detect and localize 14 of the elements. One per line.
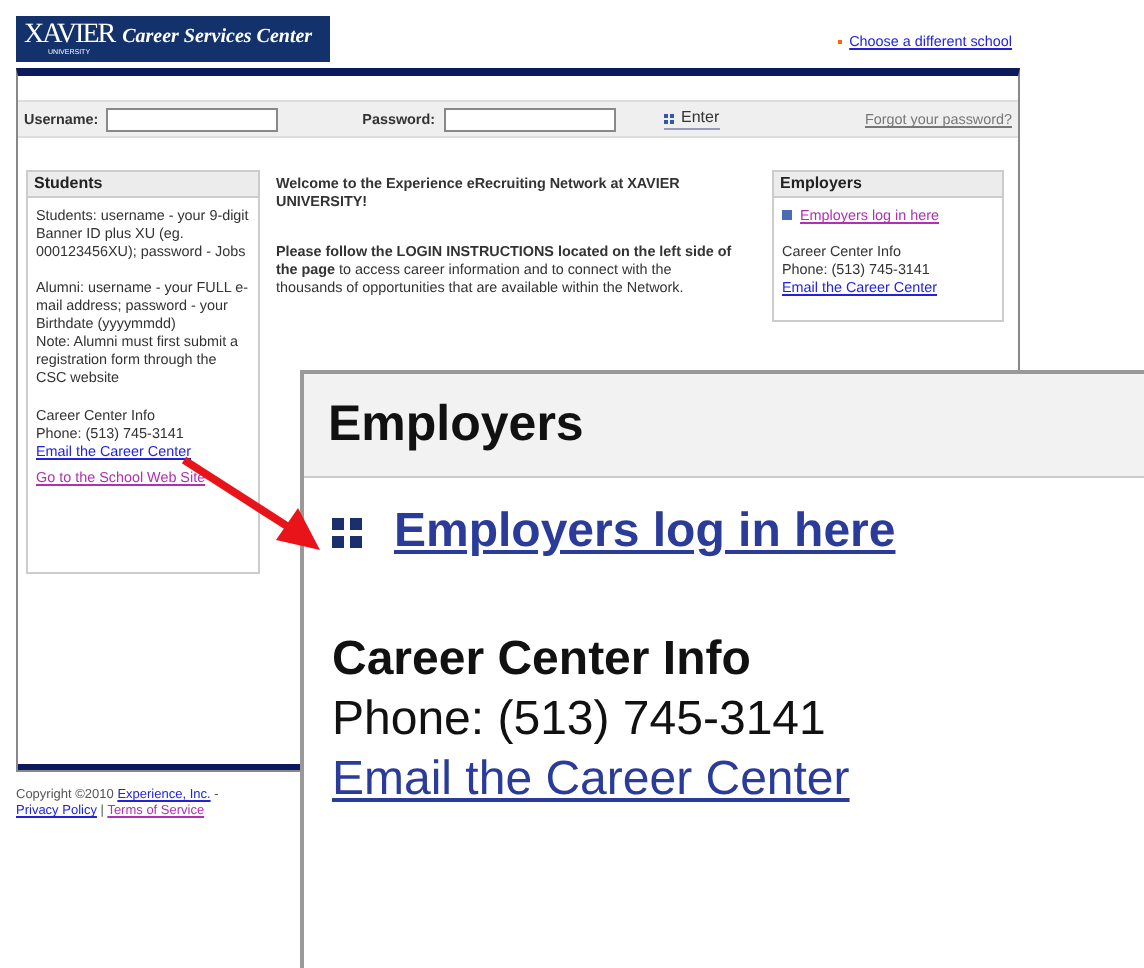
grid-icon	[332, 517, 362, 548]
grid-icon	[663, 113, 674, 123]
pointer-arrow	[181, 456, 320, 550]
panel-title: Employers	[774, 172, 1002, 198]
bullet-icon	[782, 210, 792, 220]
info-heading: Career Center Info	[332, 630, 753, 691]
employers-login-link[interactable]: Employers log in here	[394, 502, 896, 563]
panel-title: Employers	[304, 374, 1144, 479]
phone-text: Phone: (513) 745-3141	[332, 690, 828, 751]
username-field[interactable]	[106, 107, 279, 131]
enter-button[interactable]: Enter	[663, 108, 720, 130]
email-link[interactable]: Email the Career Center	[332, 750, 850, 811]
panel-title: Students	[28, 172, 258, 198]
password-field[interactable]	[443, 107, 616, 131]
